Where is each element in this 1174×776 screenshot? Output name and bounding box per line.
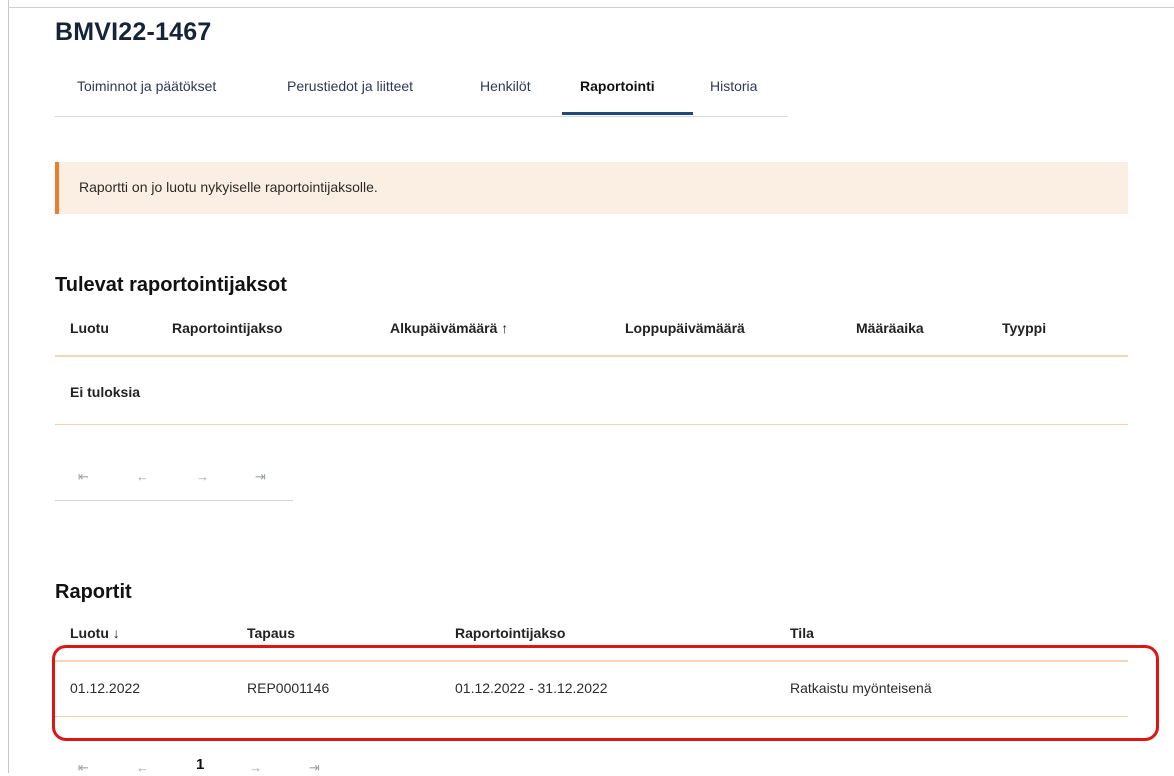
upcoming-periods-title: Tulevat raportointijaksot bbox=[55, 274, 287, 296]
active-tab-indicator bbox=[562, 112, 693, 115]
first-page-icon[interactable]: ⇤ bbox=[78, 469, 89, 485]
column-header-tyyppi[interactable]: Tyyppi bbox=[1002, 320, 1046, 336]
column-header-luotu[interactable]: Luotu ↓ bbox=[70, 625, 120, 641]
tab-toiminnot[interactable]: Toiminnot ja päätökset bbox=[77, 78, 216, 94]
tab-bar: Toiminnot ja päätökset Perustiedot ja li… bbox=[55, 72, 788, 117]
last-page-icon[interactable]: ⇥ bbox=[255, 469, 266, 485]
column-header-luotu[interactable]: Luotu bbox=[70, 320, 109, 336]
column-header-raportointijakso[interactable]: Raportointijakso bbox=[455, 625, 565, 641]
frame-left-border bbox=[8, 0, 9, 773]
page-title: BMVI22-1467 bbox=[55, 18, 212, 46]
table-header-divider bbox=[55, 355, 1128, 357]
tab-historia[interactable]: Historia bbox=[710, 78, 757, 94]
column-header-tapaus[interactable]: Tapaus bbox=[247, 625, 295, 641]
pager-divider bbox=[55, 500, 293, 501]
tab-raportointi[interactable]: Raportointi bbox=[580, 78, 655, 94]
column-header-maaraaika[interactable]: Määräaika bbox=[856, 320, 924, 336]
tab-perustiedot[interactable]: Perustiedot ja liitteet bbox=[287, 78, 413, 94]
column-header-loppupaivamaara[interactable]: Loppupäivämäärä bbox=[625, 320, 745, 336]
page-number-button[interactable]: 1 bbox=[196, 756, 204, 773]
column-header-alkupaivamaara[interactable]: Alkupäivämäärä ↑ bbox=[390, 320, 508, 336]
next-page-icon[interactable]: → bbox=[196, 469, 209, 484]
highlight-annotation bbox=[52, 645, 1159, 741]
previous-page-icon[interactable]: ← bbox=[136, 469, 149, 484]
last-page-icon[interactable]: ⇥ bbox=[309, 760, 320, 776]
table-bottom-divider bbox=[55, 424, 1128, 425]
alert-text: Raportti on jo luotu nykyiselle raportoi… bbox=[79, 179, 378, 195]
empty-results-text: Ei tuloksia bbox=[70, 384, 141, 400]
column-header-tila[interactable]: Tila bbox=[790, 625, 814, 641]
first-page-icon[interactable]: ⇤ bbox=[78, 760, 89, 776]
reports-title: Raportit bbox=[55, 581, 132, 603]
info-alert: Raportti on jo luotu nykyiselle raportoi… bbox=[55, 162, 1128, 214]
column-header-raportointijakso[interactable]: Raportointijakso bbox=[172, 320, 282, 336]
tab-henkilot[interactable]: Henkilöt bbox=[480, 78, 531, 94]
frame-top-border bbox=[8, 7, 1174, 8]
